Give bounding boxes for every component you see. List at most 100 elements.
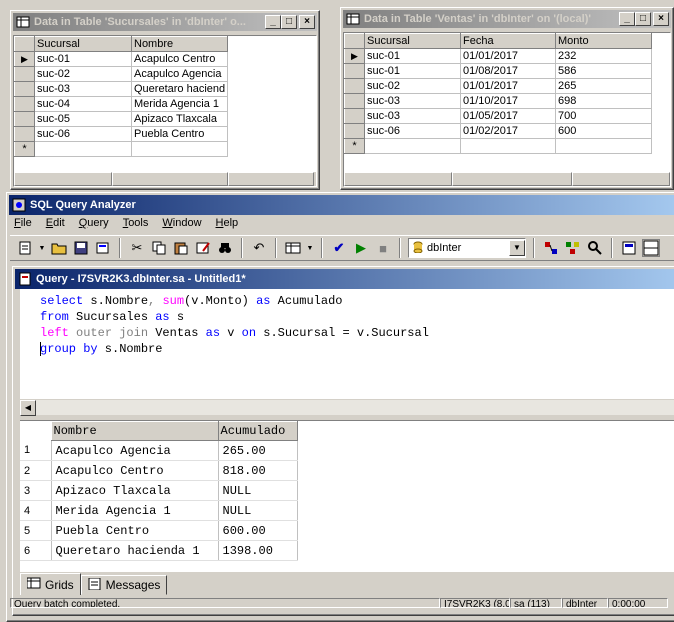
table-cell[interactable]: 586 [555, 63, 652, 79]
ventas-grid[interactable]: Sucursal Fecha Monto ▶ suc-01 01/01/2017 232 su… [343, 32, 671, 187]
row-selector[interactable]: ▶ [14, 51, 35, 67]
table-cell[interactable] [364, 138, 461, 154]
cancel-query-icon[interactable]: ■ [374, 239, 392, 257]
row-selector[interactable] [14, 66, 35, 82]
table-cell[interactable]: suc-01 [364, 63, 461, 79]
sucursales-titlebar[interactable]: Data in Table 'Sucursales' in 'dbInter' … [13, 13, 317, 31]
ventas-titlebar[interactable]: Data in Table 'Ventas' in 'dbInter' on '… [343, 10, 671, 28]
table-cell[interactable]: suc-03 [364, 93, 461, 109]
undo-icon[interactable]: ↶ [250, 239, 268, 257]
table-cell[interactable]: suc-03 [364, 108, 461, 124]
row-selector[interactable] [344, 63, 365, 79]
table-cell[interactable]: suc-01 [364, 48, 461, 64]
minimize-button[interactable]: _ [265, 15, 281, 29]
column-header-nombre[interactable]: Nombre [130, 36, 229, 52]
table-cell[interactable]: 698 [555, 93, 652, 109]
horizontal-scrollbar[interactable] [14, 172, 316, 186]
execute-query-icon[interactable]: ▶ [352, 239, 370, 257]
new-row[interactable]: * [14, 141, 229, 157]
table-row[interactable]: ▶ suc-01 Acapulco Centro [14, 51, 229, 67]
results-cell-nombre[interactable]: Acapulco Agencia [51, 440, 219, 461]
row-selector[interactable] [14, 81, 35, 97]
table-cell[interactable]: Acapulco Agencia [131, 66, 229, 82]
table-cell[interactable] [131, 141, 229, 157]
table-cell[interactable]: Apizaco Tlaxcala [131, 111, 229, 127]
row-selector[interactable] [344, 93, 365, 109]
chevron-down-icon[interactable]: ▼ [509, 240, 525, 256]
results-cell-acumulado[interactable]: 600.00 [218, 520, 298, 541]
table-row[interactable]: suc-04 Merida Agencia 1 [14, 96, 229, 112]
results-cell-nombre[interactable]: Merida Agencia 1 [51, 500, 219, 521]
results-grid[interactable]: Nombre Acumulado 1 Acapulco Agencia 265.00 2 A… [20, 420, 674, 572]
menu-item-edit[interactable]: Edit [46, 214, 65, 232]
column-header-fecha[interactable]: Fecha [460, 33, 556, 49]
table-cell[interactable]: Queretaro haciend [131, 81, 229, 97]
results-cell-acumulado[interactable]: 1398.00 [218, 540, 298, 561]
results-cell-acumulado[interactable]: 265.00 [218, 440, 298, 461]
table-cell[interactable]: Merida Agencia 1 [131, 96, 229, 112]
dropdown-arrow-icon[interactable]: ▼ [306, 239, 314, 257]
row-selector[interactable] [344, 78, 365, 94]
row-selector[interactable] [14, 96, 35, 112]
table-row[interactable]: suc-01 01/08/2017 586 [344, 63, 652, 79]
menu-item-tools[interactable]: Tools [123, 214, 149, 232]
table-cell[interactable]: suc-04 [34, 96, 132, 112]
menu-item-file[interactable]: File [14, 214, 32, 232]
minimize-button[interactable]: _ [619, 12, 635, 26]
results-row[interactable]: 3 Apizaco Tlaxcala NULL [20, 480, 298, 501]
table-cell[interactable]: suc-05 [34, 111, 132, 127]
tab-grids[interactable]: Grids [20, 573, 81, 595]
row-selector[interactable]: ▶ [344, 48, 365, 64]
database-selector[interactable]: dbInter ▼ [408, 238, 526, 258]
open-folder-icon[interactable] [50, 239, 68, 257]
tab-messages[interactable]: Messages [80, 575, 168, 595]
maximize-button[interactable]: □ [635, 12, 651, 26]
results-row[interactable]: 2 Acapulco Centro 818.00 [20, 460, 298, 481]
results-row[interactable]: 1 Acapulco Agencia 265.00 [20, 440, 298, 461]
horizontal-scrollbar[interactable] [344, 172, 670, 186]
query-analyzer-titlebar[interactable]: SQL Query Analyzer [9, 195, 674, 215]
menu-item-query[interactable]: Query [79, 214, 109, 232]
display-plan-icon[interactable] [542, 239, 560, 257]
menu-item-window[interactable]: Window [162, 214, 201, 232]
show-results-pane-icon[interactable] [642, 239, 660, 257]
results-row[interactable]: 5 Puebla Centro 600.00 [20, 520, 298, 541]
new-query-icon[interactable] [16, 239, 34, 257]
table-cell[interactable]: 232 [555, 48, 652, 64]
results-row[interactable]: 6 Queretaro hacienda 1 1398.00 [20, 540, 298, 561]
insert-template-icon[interactable] [94, 239, 112, 257]
table-row[interactable]: suc-03 01/10/2017 698 [344, 93, 652, 109]
ventas-window[interactable]: Data in Table 'Ventas' in 'dbInter' on '… [340, 7, 674, 190]
close-button[interactable]: × [299, 15, 315, 29]
sucursales-window[interactable]: Data in Table 'Sucursales' in 'dbInter' … [10, 10, 320, 190]
row-selector[interactable] [14, 126, 35, 142]
table-cell[interactable]: suc-02 [364, 78, 461, 94]
table-cell[interactable]: 265 [555, 78, 652, 94]
editor-horizontal-scrollbar[interactable]: ◀ [20, 399, 674, 416]
copy-icon[interactable] [150, 239, 168, 257]
table-row[interactable]: suc-02 Acapulco Agencia [14, 66, 229, 82]
results-cell-nombre[interactable]: Acapulco Centro [51, 460, 219, 481]
save-icon[interactable] [72, 239, 90, 257]
table-cell[interactable]: 01/08/2017 [460, 63, 556, 79]
results-cell-acumulado[interactable]: 818.00 [218, 460, 298, 481]
results-grid-icon[interactable] [284, 239, 302, 257]
paste-icon[interactable] [172, 239, 190, 257]
table-row[interactable]: suc-03 Queretaro haciend [14, 81, 229, 97]
table-cell[interactable]: 01/02/2017 [460, 123, 556, 139]
options-icon[interactable] [620, 239, 638, 257]
row-selector[interactable] [14, 111, 35, 127]
results-cell-nombre[interactable]: Puebla Centro [51, 520, 219, 541]
table-cell[interactable]: 01/01/2017 [460, 48, 556, 64]
find-icon[interactable] [216, 239, 234, 257]
sql-editor[interactable]: select s.Nombre, sum(v.Monto) as Acumula… [20, 289, 674, 399]
table-cell[interactable] [34, 141, 132, 157]
results-row[interactable]: 4 Merida Agencia 1 NULL [20, 500, 298, 521]
table-cell[interactable]: 01/05/2017 [460, 108, 556, 124]
results-cell-nombre[interactable]: Queretaro hacienda 1 [51, 540, 219, 561]
table-cell[interactable]: Puebla Centro [131, 126, 229, 142]
column-header-monto[interactable]: Monto [555, 33, 652, 49]
dropdown-arrow-icon[interactable]: ▼ [38, 239, 46, 257]
table-row[interactable]: suc-02 01/01/2017 265 [344, 78, 652, 94]
table-cell[interactable] [460, 138, 556, 154]
